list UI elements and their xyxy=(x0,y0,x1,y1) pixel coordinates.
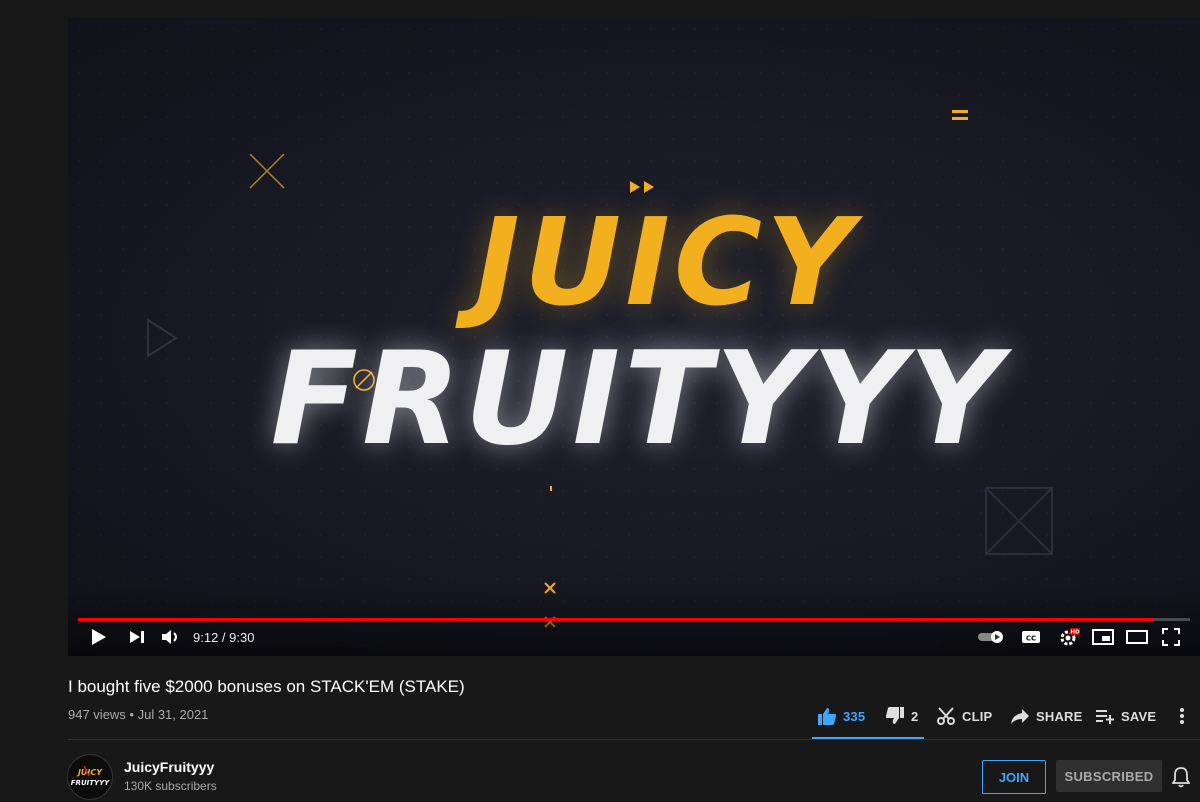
clip-button[interactable]: CLIP xyxy=(936,700,992,732)
captions-icon: CC xyxy=(1022,631,1040,643)
deco-double-arrow xyxy=(630,181,654,193)
volume-icon xyxy=(162,630,177,644)
deco-triangle xyxy=(147,318,178,358)
clip-label: CLIP xyxy=(962,708,993,724)
left-gutter xyxy=(0,0,68,802)
dislike-icon xyxy=(885,707,904,724)
deco-bars xyxy=(952,110,968,120)
autoplay-toggle[interactable] xyxy=(976,624,1006,650)
bell-icon xyxy=(1171,767,1191,788)
video-overlay-title-line2: FRUITYYY xyxy=(270,325,1006,474)
settings-icon: HD xyxy=(1060,628,1080,646)
fullscreen-button[interactable] xyxy=(1156,624,1186,650)
miniplayer-button[interactable] xyxy=(1088,624,1118,650)
channel-avatar[interactable]: JUICY FRUITYYY xyxy=(67,754,113,800)
video-player[interactable]: JUICY FRUITYYY 9:12 / 9:30 CC HD xyxy=(68,18,1200,656)
hd-badge: HD xyxy=(1070,630,1080,636)
play-button[interactable] xyxy=(86,624,112,650)
like-button[interactable]: 335 xyxy=(817,700,865,732)
next-icon xyxy=(130,631,144,643)
svg-text:CC: CC xyxy=(1026,635,1036,643)
video-meta: 947 views • Jul 31, 2021 xyxy=(68,707,209,722)
autoplay-toggle-icon xyxy=(978,631,1003,643)
like-count: 335 xyxy=(843,708,866,724)
progress-played xyxy=(78,618,1155,621)
more-icon xyxy=(1180,708,1184,724)
deco-x-shape xyxy=(249,153,285,189)
save-playlist-icon xyxy=(1096,710,1114,724)
dislike-count: 2 xyxy=(911,708,919,724)
theater-button[interactable] xyxy=(1122,624,1152,650)
deco-tick xyxy=(550,486,552,491)
video-overlay-title-line1: JUICY xyxy=(475,194,857,333)
dislike-button[interactable]: 2 xyxy=(885,700,918,732)
channel-logo: JUICY FRUITYYY xyxy=(71,765,110,787)
progress-bar[interactable] xyxy=(78,618,1190,621)
save-button[interactable]: SAVE xyxy=(1095,700,1156,732)
svg-text:FRUITYYY: FRUITYYY xyxy=(71,779,110,787)
volume-button[interactable] xyxy=(158,624,184,650)
notification-bell-button[interactable] xyxy=(1171,766,1191,793)
scissors-icon xyxy=(937,707,955,725)
save-label: SAVE xyxy=(1121,708,1157,724)
time-display: 9:12 / 9:30 xyxy=(193,630,255,645)
section-divider xyxy=(68,739,1200,740)
more-actions-button[interactable] xyxy=(1174,700,1190,732)
next-button[interactable] xyxy=(124,624,150,650)
share-button[interactable]: SHARE xyxy=(1010,700,1083,732)
captions-button[interactable]: CC xyxy=(1016,624,1046,650)
settings-button[interactable]: HD xyxy=(1054,624,1084,650)
deco-box-x xyxy=(985,487,1053,555)
subscribed-button[interactable]: SUBSCRIBED xyxy=(1056,760,1162,792)
share-icon xyxy=(1011,709,1029,724)
subscriber-count: 130K subscribers xyxy=(124,779,217,793)
miniplayer-icon xyxy=(1092,629,1114,645)
join-button[interactable]: JOIN xyxy=(982,760,1046,794)
share-label: SHARE xyxy=(1036,708,1083,724)
play-icon xyxy=(92,629,106,645)
theater-icon xyxy=(1126,630,1148,644)
video-title: I bought five $2000 bonuses on STACK'EM … xyxy=(68,677,465,696)
fullscreen-icon xyxy=(1162,628,1180,646)
like-icon xyxy=(818,708,837,725)
channel-name[interactable]: JuicyFruityyy xyxy=(124,759,214,775)
